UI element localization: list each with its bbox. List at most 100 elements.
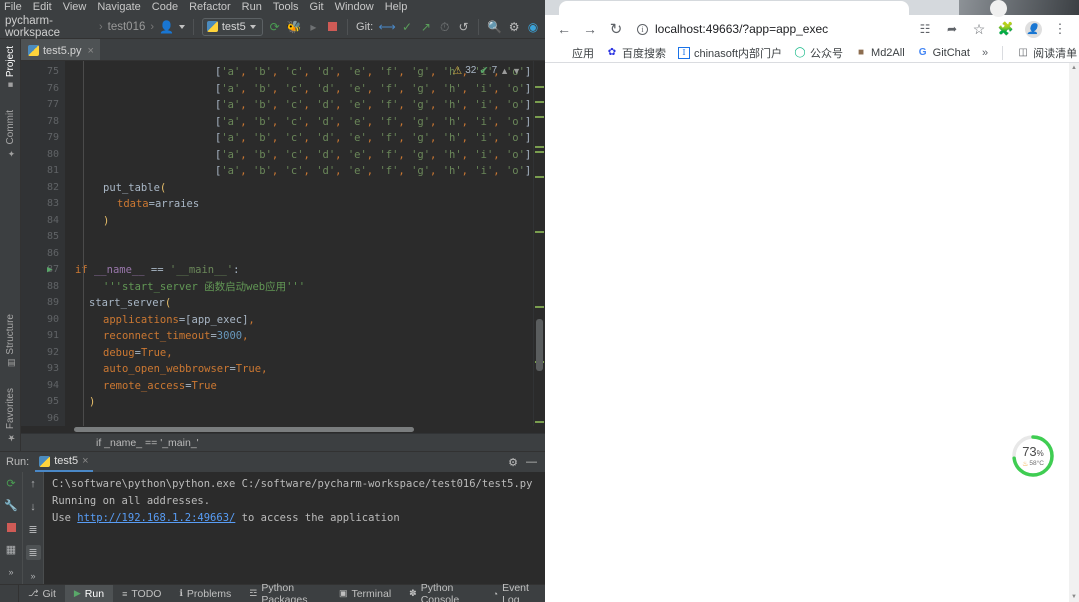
close-icon[interactable]: ×	[88, 45, 94, 57]
line-number: 96	[21, 411, 65, 427]
chevron-up-icon[interactable]: ▲	[500, 66, 509, 76]
tool-window-button-structure[interactable]: ▤Structure	[5, 311, 16, 371]
menu-item-help[interactable]: Help	[385, 0, 408, 15]
menu-item-file[interactable]: File	[4, 0, 22, 15]
address-bar-url: localhost:49663/?app=app_exec	[655, 22, 828, 36]
user-avatar-icon[interactable]: 👤	[159, 19, 174, 35]
up-icon[interactable]: ↑	[26, 476, 41, 491]
run-configuration-selector[interactable]: test5	[202, 18, 263, 36]
menu-item-run[interactable]: Run	[242, 0, 262, 15]
tool-window-button-commit[interactable]: ✦Commit	[5, 107, 16, 160]
status-bar-item-event-log[interactable]: ◔Event Log	[484, 585, 545, 602]
status-bar-item-git[interactable]: ⎇Git	[19, 585, 65, 602]
status-bar-item-python-console[interactable]: ✽Python Console	[400, 585, 483, 602]
code-content[interactable]: ['a', 'b', 'c', 'd', 'e', 'f', 'g', 'h',…	[65, 61, 533, 426]
git-push-icon[interactable]: ↗	[419, 19, 433, 35]
status-bar-item-python-packages[interactable]: ☲Python Packages	[240, 585, 330, 602]
menu-item-window[interactable]: Window	[335, 0, 374, 15]
run-gutter-icon[interactable]: ▶	[47, 262, 52, 279]
code-line: put_table(	[65, 180, 533, 197]
qr-code-icon[interactable]: ☷	[912, 17, 938, 41]
rerun-icon[interactable]: ⟳	[4, 476, 19, 491]
tool-window-button-favorites[interactable]: ★Favorites	[5, 385, 16, 445]
menu-item-view[interactable]: View	[63, 0, 87, 15]
print-icon[interactable]: ▦	[4, 542, 19, 557]
bookmark-star-icon[interactable]: ☆	[966, 17, 992, 41]
settings-icon[interactable]: ⚙	[507, 19, 521, 35]
menu-item-tools[interactable]: Tools	[273, 0, 299, 15]
scroll-to-end-icon[interactable]: ≣	[26, 545, 41, 560]
minimize-icon[interactable]: —	[526, 456, 537, 469]
git-update-icon[interactable]: ⟷	[379, 19, 395, 35]
bookmarks-overflow-button[interactable]: »	[976, 44, 994, 62]
scroll-up-icon[interactable]: ▲	[1069, 63, 1079, 73]
reading-list-button[interactable]: ◫ 阅读清单	[1011, 44, 1079, 62]
editor-marker-bar[interactable]	[533, 61, 545, 426]
profile-avatar-icon[interactable]: 👤	[1020, 17, 1046, 41]
extensions-icon[interactable]: 🧩	[993, 17, 1019, 41]
stop-button[interactable]	[325, 19, 339, 35]
menu-item-code[interactable]: Code	[152, 0, 178, 15]
search-everywhere-icon[interactable]: 🔍	[487, 19, 502, 35]
bookmark-item3[interactable]: ◯公众号	[788, 44, 849, 62]
close-icon[interactable]: ×	[82, 455, 88, 467]
menu-item-refactor[interactable]: Refactor	[189, 0, 231, 15]
editor-horizontal-scrollbar[interactable]	[21, 426, 545, 433]
scroll-down-icon[interactable]: ▼	[1069, 592, 1079, 602]
stop-icon[interactable]	[4, 520, 19, 535]
window-controls[interactable]	[959, 0, 1079, 15]
tool-window-button-project[interactable]: ■Project	[5, 43, 16, 93]
thermometer-icon: ♨	[1022, 460, 1028, 468]
breadcrumb-project[interactable]: pycharm-workspace	[5, 15, 94, 39]
status-bar-item-todo[interactable]: ≡TODO	[113, 585, 170, 602]
chevron-down-icon[interactable]	[179, 25, 185, 29]
status-bar-item-terminal[interactable]: ▣Terminal	[330, 585, 400, 602]
bookmark-item0[interactable]: 应用	[551, 44, 600, 62]
menu-item-navigate[interactable]: Navigate	[97, 0, 140, 15]
git-rollback-icon[interactable]: ↺	[457, 19, 471, 35]
site-info-icon[interactable]: i	[637, 24, 648, 35]
share-icon[interactable]: ➦	[939, 17, 965, 41]
breadcrumb-module[interactable]: test016	[108, 21, 146, 33]
window-control-dot[interactable]	[990, 0, 1007, 17]
back-icon[interactable]: ←	[551, 17, 577, 41]
run-button[interactable]: ⟳	[268, 19, 282, 35]
menu-item-edit[interactable]: Edit	[33, 0, 52, 15]
bookmark-md2all[interactable]: ■Md2All	[849, 44, 911, 62]
performance-gauge[interactable]: 73% ♨ 58°C	[1009, 432, 1057, 480]
run-with-coverage-button[interactable]: ▸	[307, 19, 321, 35]
stripe-top-group: ■Project ✦Commit	[0, 43, 20, 161]
code-editor[interactable]: 75767778798081⊖828384⊖858687⊖▶8889909192…	[21, 61, 545, 426]
run-tab-test5[interactable]: test5 ×	[35, 453, 92, 472]
configure-icon[interactable]: 🔧	[4, 498, 19, 513]
bookmark-item1[interactable]: ✿百度搜索	[600, 44, 672, 62]
more-actions-icon[interactable]: »	[26, 568, 41, 583]
forward-icon[interactable]: →	[577, 17, 603, 41]
chrome-menu-icon[interactable]: ⋮	[1047, 17, 1073, 41]
git-commit-icon[interactable]: ✓	[400, 19, 414, 35]
more-actions-icon[interactable]: »	[4, 564, 19, 579]
editor-scrollbar-thumb[interactable]	[536, 319, 543, 371]
down-icon[interactable]: ↓	[26, 499, 41, 514]
bookmark-chinasoft[interactable]: 𝕀chinasoft内部门户	[672, 44, 788, 62]
page-scrollbar[interactable]: ▲ ▼	[1069, 63, 1079, 602]
settings-icon[interactable]: ⚙	[508, 456, 518, 469]
reload-icon[interactable]: ↻	[603, 17, 629, 41]
status-bar-item-run[interactable]: ▶Run	[65, 585, 113, 602]
console-url-link[interactable]: http://192.168.1.2:49663/	[77, 512, 235, 524]
editor-horizontal-scrollbar-thumb[interactable]	[74, 427, 414, 432]
chevron-down-icon[interactable]: ▼	[512, 66, 521, 76]
page-viewport[interactable]: 73% ♨ 58°C ▲ ▼	[545, 63, 1079, 602]
run-console-output[interactable]: C:\software\python\python.exe C:/softwar…	[44, 472, 545, 584]
menu-item-git[interactable]: Git	[310, 0, 324, 15]
git-history-icon[interactable]: ⏱	[438, 19, 452, 35]
inspection-widget[interactable]: ⚠ 32 ✔ 7 ▲ ▼	[452, 64, 521, 77]
browser-tab[interactable]	[559, 1, 909, 15]
bookmark-gitchat[interactable]: GGitChat	[911, 44, 976, 62]
status-bar-item-problems[interactable]: ℹProblems	[170, 585, 240, 602]
soft-wrap-icon[interactable]: ≣	[26, 522, 41, 537]
debug-button[interactable]: 🐝	[287, 19, 302, 35]
ide-help-icon[interactable]: ◉	[526, 19, 540, 35]
address-bar[interactable]: i localhost:49663/?app=app_exec	[629, 18, 912, 40]
editor-tab-test5[interactable]: test5.py ×	[21, 39, 100, 60]
